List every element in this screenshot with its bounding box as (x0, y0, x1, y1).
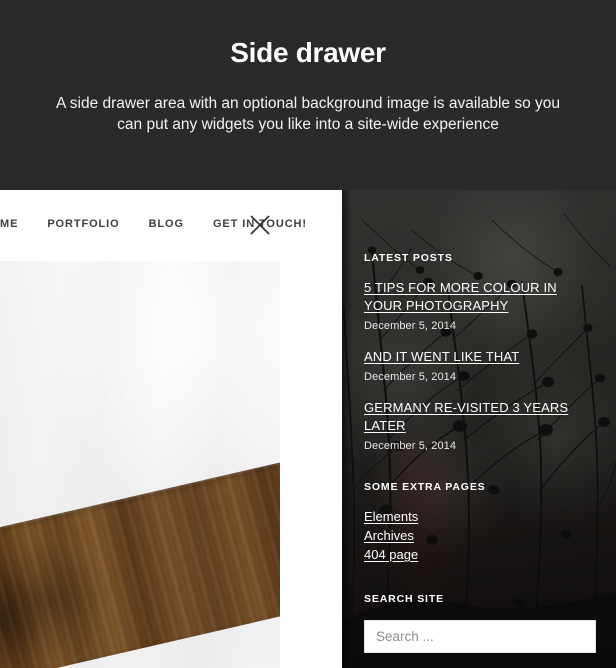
widget-extra-pages: SOME EXTRA PAGES Elements Archives 404 p… (364, 481, 596, 564)
extra-page-link-404[interactable]: 404 page (364, 546, 418, 564)
post-date: December 5, 2014 (364, 320, 457, 332)
site-page-behind-drawer: ME PORTFOLIO BLOG GET IN TOUCH! (0, 190, 342, 668)
close-drawer-button[interactable] (248, 213, 272, 237)
nav-item-blog[interactable]: BLOG (149, 218, 184, 230)
side-drawer-panel: LATEST POSTS 5 TIPS FOR MORE COLOUR IN Y… (342, 190, 616, 668)
nav-item-portfolio[interactable]: PORTFOLIO (47, 218, 119, 230)
post-date: December 5, 2014 (364, 440, 457, 452)
page-subtitle: A side drawer area with an optional back… (55, 94, 561, 133)
page-root: Side drawer A side drawer area with an o… (0, 0, 616, 668)
widget-search-site: SEARCH SITE (364, 593, 596, 653)
extra-page-link-elements[interactable]: Elements (364, 508, 418, 526)
widget-latest-posts: LATEST POSTS 5 TIPS FOR MORE COLOUR IN Y… (364, 252, 596, 452)
widget-title-extra-pages: SOME EXTRA PAGES (364, 481, 486, 493)
post-title-link[interactable]: 5 TIPS FOR MORE COLOUR IN YOUR PHOTOGRAP… (364, 280, 557, 313)
search-box[interactable] (364, 619, 596, 653)
hero-banner: Side drawer A side drawer area with an o… (0, 0, 616, 190)
page-hero-photo (0, 261, 280, 668)
page-title: Side drawer (230, 37, 386, 68)
latest-post-item: 5 TIPS FOR MORE COLOUR IN YOUR PHOTOGRAP… (364, 279, 596, 332)
post-title-link[interactable]: GERMANY RE-VISITED 3 YEARS LATER (364, 400, 568, 433)
widget-title-latest-posts: LATEST POSTS (364, 252, 453, 264)
latest-post-item: GERMANY RE-VISITED 3 YEARS LATER Decembe… (364, 399, 596, 452)
nav-item-home[interactable]: ME (0, 218, 18, 230)
post-title-link[interactable]: AND IT WENT LIKE THAT (364, 349, 519, 364)
search-input[interactable] (376, 628, 584, 644)
extra-page-link-archives[interactable]: Archives (364, 527, 414, 545)
close-x-icon (250, 215, 270, 235)
latest-post-item: AND IT WENT LIKE THAT December 5, 2014 (364, 348, 596, 383)
drawer-widgets: LATEST POSTS 5 TIPS FOR MORE COLOUR IN Y… (342, 190, 616, 668)
widget-title-search-site: SEARCH SITE (364, 592, 444, 605)
post-date: December 5, 2014 (364, 371, 457, 383)
top-navigation: ME PORTFOLIO BLOG GET IN TOUCH! (0, 190, 342, 258)
